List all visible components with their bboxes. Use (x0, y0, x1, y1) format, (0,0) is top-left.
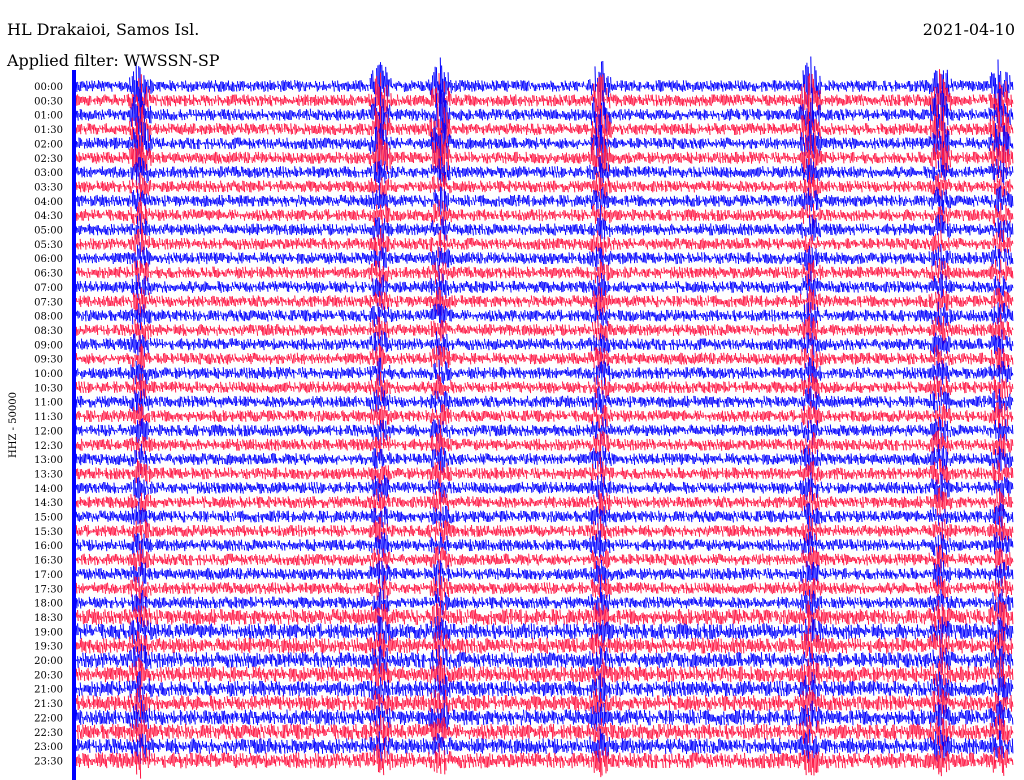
row-time-label: 17:30 (34, 584, 63, 595)
seismic-trace-row (74, 69, 1014, 131)
trace-layer (72, 56, 1014, 780)
row-time-label: 21:00 (34, 685, 63, 696)
row-time-label: 11:00 (34, 398, 63, 409)
row-time-label: 02:30 (34, 154, 63, 165)
row-time-label: 13:00 (34, 455, 63, 466)
row-time-label: 21:30 (34, 699, 63, 710)
row-time-label: 09:00 (34, 340, 63, 351)
row-time-label: 16:00 (34, 541, 63, 552)
row-time-label: 20:30 (34, 670, 63, 681)
seismic-trace-row (74, 559, 1014, 590)
row-time-label: 00:30 (34, 96, 63, 107)
time-tick-labels: 00:00 00:30 01:00 01:30 02:00 02:30 03:00 03:30… (34, 82, 63, 767)
row-time-label: 14:30 (34, 498, 63, 509)
row-time-label: 00:00 (34, 82, 63, 93)
row-time-label: 08:30 (34, 326, 63, 337)
row-time-label: 16:30 (34, 556, 63, 567)
row-time-label: 18:30 (34, 613, 63, 624)
row-time-label: 23:00 (34, 742, 63, 753)
trace-start-edge (72, 70, 76, 780)
row-time-label: 07:00 (34, 283, 63, 294)
y-axis-label: HHZ - 50000 (8, 392, 19, 458)
row-time-label: 02:00 (34, 139, 63, 150)
date-label: 2021-04-10 (922, 20, 1015, 39)
seismic-trace-row (74, 113, 1014, 174)
row-time-label: 19:30 (34, 642, 63, 653)
row-time-label: 15:00 (34, 513, 63, 524)
seismogram-page: 00:00 00:30 01:00 01:30 02:00 02:30 03:00 03:30… (0, 0, 1024, 780)
row-time-label: 06:00 (34, 254, 63, 265)
row-time-label: 01:30 (34, 125, 63, 136)
row-time-label: 06:30 (34, 269, 63, 280)
row-time-label: 12:30 (34, 441, 63, 452)
row-time-label: 04:00 (34, 197, 63, 208)
row-time-label: 15:30 (34, 527, 63, 538)
row-time-label: 09:30 (34, 355, 63, 366)
row-time-label: 23:30 (34, 756, 63, 767)
seismic-trace-row (74, 83, 1014, 145)
row-time-label: 05:00 (34, 226, 63, 237)
row-time-label: 01:00 (34, 111, 63, 122)
row-time-label: 18:00 (34, 599, 63, 610)
helicorder-plot: 00:00 00:30 01:00 01:30 02:00 02:30 03:00 03:30… (8, 56, 1014, 780)
row-time-label: 12:00 (34, 426, 63, 437)
row-time-label: 14:00 (34, 484, 63, 495)
row-time-label: 08:00 (34, 312, 63, 323)
seismic-trace-row (74, 501, 1014, 531)
row-time-label: 19:00 (34, 627, 63, 638)
row-time-label: 03:00 (34, 168, 63, 179)
station-title: HL Drakaioi, Samos Isl. (7, 20, 200, 39)
row-time-label: 13:30 (34, 469, 63, 480)
row-time-label: 20:00 (34, 656, 63, 667)
row-time-label: 22:00 (34, 713, 63, 724)
row-time-label: 22:30 (34, 728, 63, 739)
row-time-label: 17:00 (34, 570, 63, 581)
row-time-label: 05:30 (34, 240, 63, 251)
row-time-label: 10:00 (34, 369, 63, 380)
row-time-label: 03:30 (34, 182, 63, 193)
row-time-label: 04:30 (34, 211, 63, 222)
filter-label: Applied filter: WWSSN-SP (7, 51, 220, 70)
row-time-label: 11:30 (34, 412, 63, 423)
row-time-label: 10:30 (34, 383, 63, 394)
row-time-label: 07:30 (34, 297, 63, 308)
